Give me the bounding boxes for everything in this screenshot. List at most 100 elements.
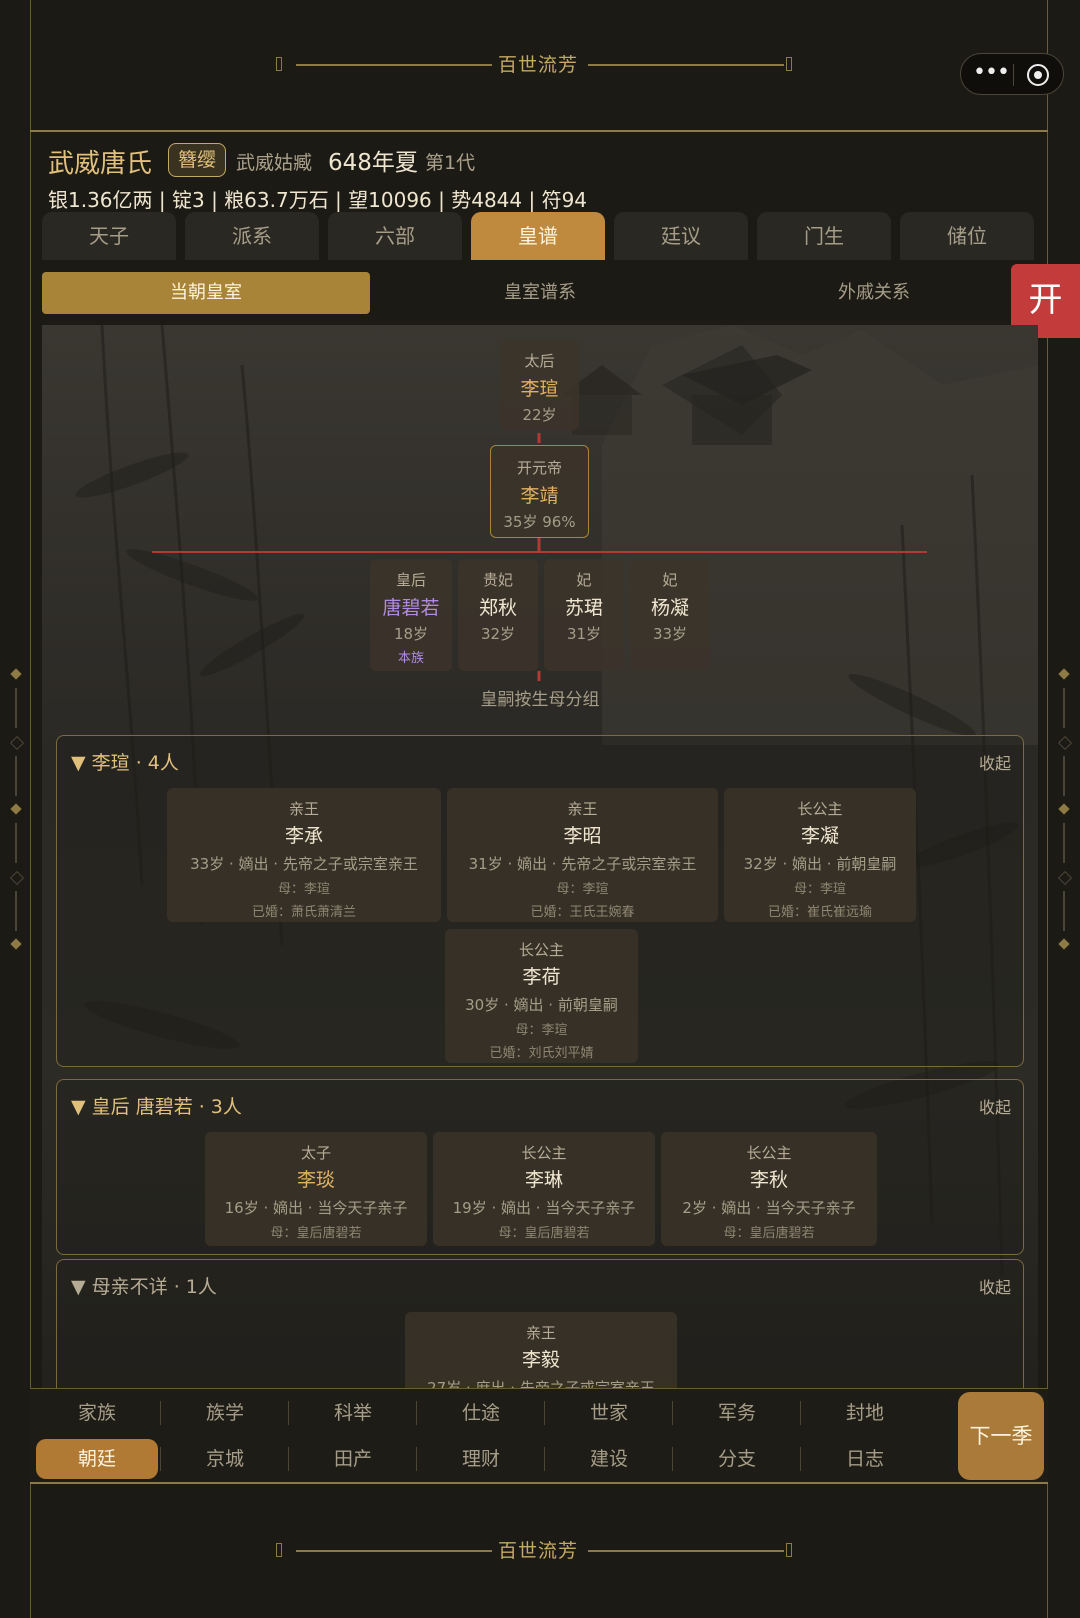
child-name: 李琰	[296, 1169, 335, 1191]
child-card[interactable]: 亲王 李昭 31岁 · 嫡出 · 先帝之子或宗室亲王 母：李瑄 已婚：王氏王婉春	[447, 788, 718, 922]
collapse-button[interactable]: 收起	[979, 1094, 1011, 1118]
group-title: ▼ 李瑄 · 4人	[71, 752, 179, 774]
mini-program-capsule: •••	[960, 53, 1064, 95]
tab-tingyi[interactable]: 廷议	[614, 212, 748, 260]
tab-chuwei[interactable]: 储位	[900, 212, 1034, 260]
family-tree-panel: 太后 李瑄 22岁 开元帝 李靖 35岁 96% 皇后 唐碧若 18岁 本族 贵…	[42, 325, 1038, 1388]
child-mother: 母：李瑄	[277, 882, 330, 897]
nav-family[interactable]: 家族	[36, 1393, 158, 1433]
consort-role: 妃	[662, 571, 678, 589]
child-card[interactable]: 长公主 李凝 32岁 · 嫡出 · 前朝皇嗣 母：李瑄 已婚：崔氏崔远瑜	[724, 788, 916, 922]
nav-capital[interactable]: 京城	[164, 1439, 286, 1479]
child-name: 李昭	[563, 825, 602, 847]
consort-name: 苏珺	[564, 597, 603, 619]
child-card[interactable]: 长公主 李秋 2岁 · 嫡出 · 当今天子亲子 母：皇后唐碧若	[661, 1132, 877, 1246]
nav-branches[interactable]: 分支	[676, 1439, 798, 1479]
nav-fief[interactable]: 封地	[804, 1393, 926, 1433]
consort-name: 唐碧若	[382, 597, 440, 619]
child-info: 32岁 · 嫡出 · 前朝皇嗣	[743, 855, 897, 873]
more-icon[interactable]: •••	[973, 60, 1010, 85]
child-marriage: 已婚：王氏王婉春	[530, 905, 635, 920]
child-info: 2岁 · 嫡出 · 当今天子亲子	[682, 1199, 856, 1217]
child-marriage: 已婚：刘氏刘平婧	[489, 1046, 594, 1061]
right-ornament	[1057, 660, 1073, 950]
collapse-button[interactable]: 收起	[979, 750, 1011, 774]
nav-construction[interactable]: 建设	[548, 1439, 670, 1479]
subtab-consort-relations[interactable]: 外戚关系	[710, 272, 1038, 314]
resource-stats: 银1.36亿两 | 锭3 | 粮63.7万石 | 望10096 | 势4844 …	[48, 188, 588, 212]
nav-finance[interactable]: 理财	[420, 1439, 542, 1479]
nav-exam[interactable]: 科举	[292, 1393, 414, 1433]
tab-paixi[interactable]: 派系	[185, 212, 319, 260]
child-role: 太子	[300, 1144, 331, 1162]
tab-tianzi[interactable]: 天子	[42, 212, 176, 260]
dowager-name: 李瑄	[520, 378, 559, 400]
child-role: 长公主	[797, 800, 843, 818]
child-mother: 母：李瑄	[793, 882, 846, 897]
subtab-royal-lineage[interactable]: 皇室谱系	[376, 272, 704, 314]
nav-military[interactable]: 军务	[676, 1393, 798, 1433]
child-name: 李荷	[522, 966, 561, 988]
nav-noble-families[interactable]: 世家	[548, 1393, 670, 1433]
child-role: 长公主	[518, 941, 564, 959]
child-card[interactable]: 亲王 李毅 27岁 · 庶出 · 先帝之子或宗室亲王	[405, 1312, 677, 1388]
group-title: ▼ 母亲不详 · 1人	[71, 1276, 217, 1298]
banner-title: 百世流芳	[497, 1540, 578, 1562]
banner-cap-left	[276, 1543, 282, 1557]
subtab-current-royals[interactable]: 当朝皇室	[42, 272, 370, 314]
game-date: 648年夏	[328, 150, 418, 176]
group-title: ▼ 皇后 唐碧若 · 3人	[71, 1096, 242, 1118]
child-info: 30岁 · 嫡出 · 前朝皇嗣	[465, 996, 618, 1014]
banner-cap-right	[786, 57, 792, 71]
nav-clan-school[interactable]: 族学	[164, 1393, 286, 1433]
nav-estates[interactable]: 田产	[292, 1439, 414, 1479]
main-tabs: 天子 派系 六部 皇谱 廷议 门生 储位	[42, 212, 1034, 262]
tab-mensheng[interactable]: 门生	[757, 212, 891, 260]
children-group: ▼ 母亲不详 · 1人 收起 亲王 李毅 27岁 · 庶出 · 先帝之子或宗室亲…	[56, 1259, 1024, 1388]
left-ornament	[9, 660, 25, 950]
bottom-navigation: 家族 族学 科举 仕途 世家 军务 封地 朝廷 京城 田产 理财 建设 分支 日…	[30, 1388, 1048, 1484]
generation: 第1代	[425, 152, 476, 174]
next-season-button[interactable]: 下一季	[958, 1392, 1044, 1480]
banner-line-left	[296, 1550, 492, 1552]
group-caption: 皇嗣按生母分组	[480, 690, 600, 710]
emperor-card[interactable]: 开元帝 李靖 35岁 96%	[490, 445, 589, 538]
child-name: 李秋	[749, 1169, 788, 1191]
nav-career[interactable]: 仕途	[420, 1393, 542, 1433]
consort-card[interactable]: 贵妃 郑秋 32岁	[458, 559, 538, 671]
child-name: 李凝	[800, 825, 839, 847]
consort-card-empress[interactable]: 皇后 唐碧若 18岁 本族	[370, 559, 452, 671]
tab-huangpu[interactable]: 皇谱	[471, 212, 605, 260]
child-info: 31岁 · 嫡出 · 先帝之子或宗室亲王	[468, 855, 697, 873]
child-role: 长公主	[746, 1144, 792, 1162]
consort-age: 31岁	[566, 625, 602, 643]
child-name: 李琳	[524, 1169, 563, 1191]
child-card[interactable]: 太子 李琰 16岁 · 嫡出 · 当今天子亲子 母：皇后唐碧若	[205, 1132, 427, 1246]
banner-cap-right	[786, 1543, 792, 1557]
consort-card[interactable]: 妃 杨凝 33岁	[630, 559, 710, 671]
child-card[interactable]: 长公主 李琳 19岁 · 嫡出 · 当今天子亲子 母：皇后唐碧若	[433, 1132, 655, 1246]
child-mother: 母：李瑄	[556, 882, 609, 897]
header-divider	[30, 130, 1048, 132]
own-clan-tag: 本族	[397, 651, 424, 666]
consort-role: 贵妃	[482, 571, 513, 589]
nav-court[interactable]: 朝廷	[36, 1439, 158, 1479]
capsule-divider	[1013, 64, 1014, 86]
dowager-age: 22岁	[522, 406, 557, 424]
clan-place: 武威姑臧	[236, 152, 313, 174]
child-role: 亲王	[567, 800, 598, 818]
banner-line-left	[296, 64, 492, 66]
child-card[interactable]: 长公主 李荷 30岁 · 嫡出 · 前朝皇嗣 母：李瑄 已婚：刘氏刘平婧	[445, 929, 638, 1063]
child-card[interactable]: 亲王 李承 33岁 · 嫡出 · 先帝之子或宗室亲王 母：李瑄 已婚：萧氏萧清兰	[167, 788, 441, 922]
child-info: 19岁 · 嫡出 · 当今天子亲子	[452, 1199, 636, 1217]
child-info: 27岁 · 庶出 · 先帝之子或宗室亲王	[427, 1379, 655, 1388]
collapse-button[interactable]: 收起	[979, 1274, 1011, 1298]
consort-name: 郑秋	[478, 597, 517, 619]
dowager-card[interactable]: 太后 李瑄 22岁	[500, 340, 579, 430]
child-mother: 母：李瑄	[515, 1023, 568, 1038]
close-target-icon[interactable]	[1027, 64, 1049, 86]
tab-liubu[interactable]: 六部	[328, 212, 462, 260]
nav-log[interactable]: 日志	[804, 1439, 926, 1479]
children-group: ▼ 皇后 唐碧若 · 3人 收起 太子 李琰 16岁 · 嫡出 · 当今天子亲子…	[56, 1079, 1024, 1255]
consort-card[interactable]: 妃 苏珺 31岁	[544, 559, 624, 671]
